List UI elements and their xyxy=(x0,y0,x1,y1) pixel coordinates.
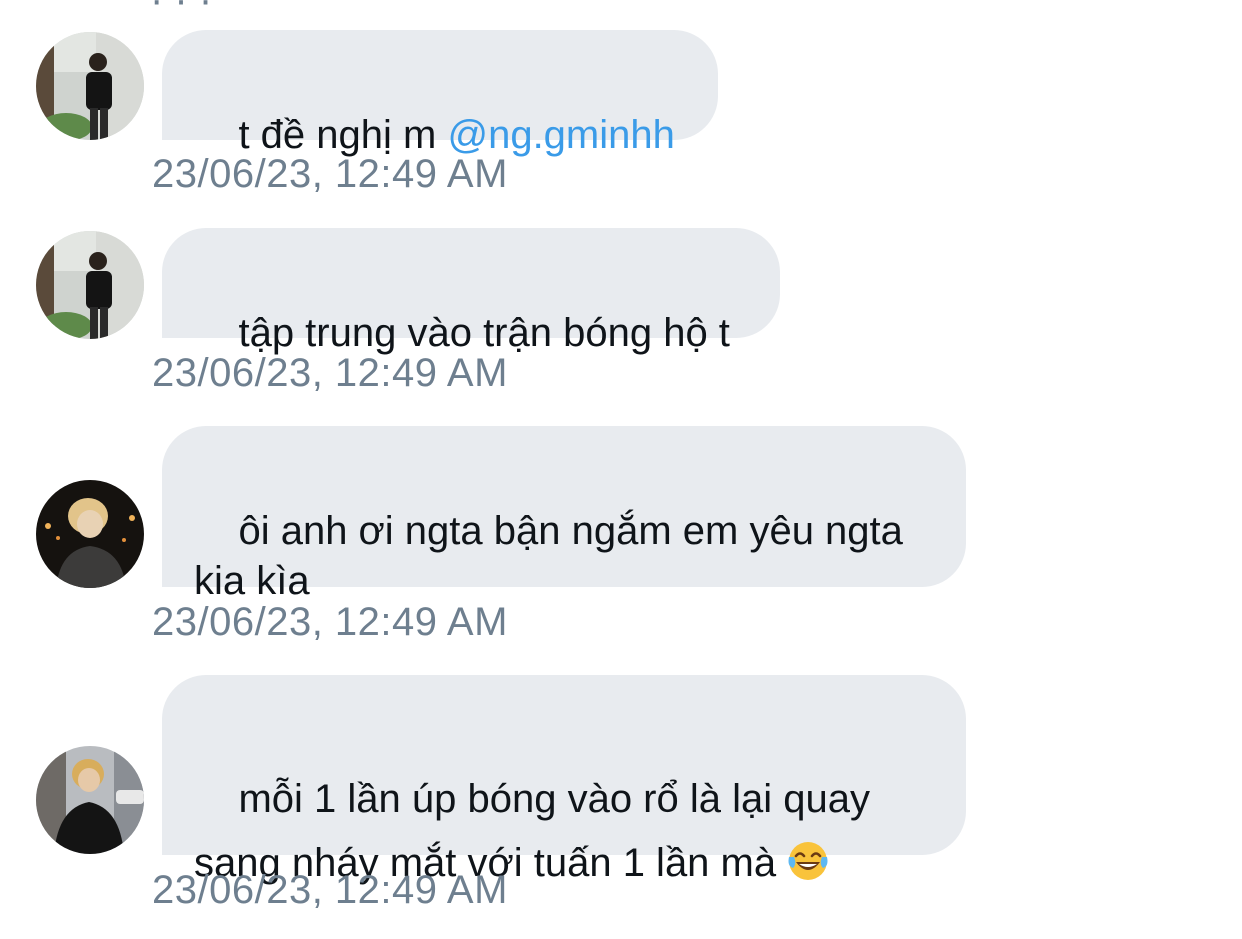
message-bubble[interactable]: tập trung vào trận bóng hộ t xyxy=(162,228,780,355)
message-bubble[interactable]: t đề nghị m @ng.gminhh xyxy=(162,30,718,157)
message-timestamp: 23/06/23, 12:49 AM xyxy=(152,600,508,644)
user-mention-link[interactable]: @ng.gminhh xyxy=(447,113,674,157)
message-bubble[interactable]: mỗi 1 lần úp bóng vào rổ là lại quay san… xyxy=(162,675,966,885)
sender-avatar[interactable] xyxy=(36,231,144,339)
message-timestamp: 23/06/23, 12:49 AM xyxy=(152,351,508,395)
previous-timestamp-fragment: · · · xyxy=(150,0,213,22)
message-timestamp: 23/06/23, 12:49 AM xyxy=(152,152,508,196)
message-timestamp: 23/06/23, 12:49 AM xyxy=(152,868,508,912)
sender-avatar[interactable] xyxy=(36,746,144,854)
sender-avatar[interactable] xyxy=(36,32,144,140)
message-text: ôi anh ơi ngta bận ngắm em yêu ngta kia … xyxy=(194,509,903,603)
message-text: t đề nghị m xyxy=(238,113,448,157)
face-with-tears-of-joy-icon xyxy=(787,837,829,880)
message-text: tập trung vào trận bóng hộ t xyxy=(238,311,730,355)
message-bubble[interactable]: ôi anh ơi ngta bận ngắm em yêu ngta kia … xyxy=(162,426,966,603)
sender-avatar[interactable] xyxy=(36,480,144,588)
message-thread: · · · t đề nghị m @ng.gminhh 23/06/23, 1… xyxy=(0,0,1242,939)
